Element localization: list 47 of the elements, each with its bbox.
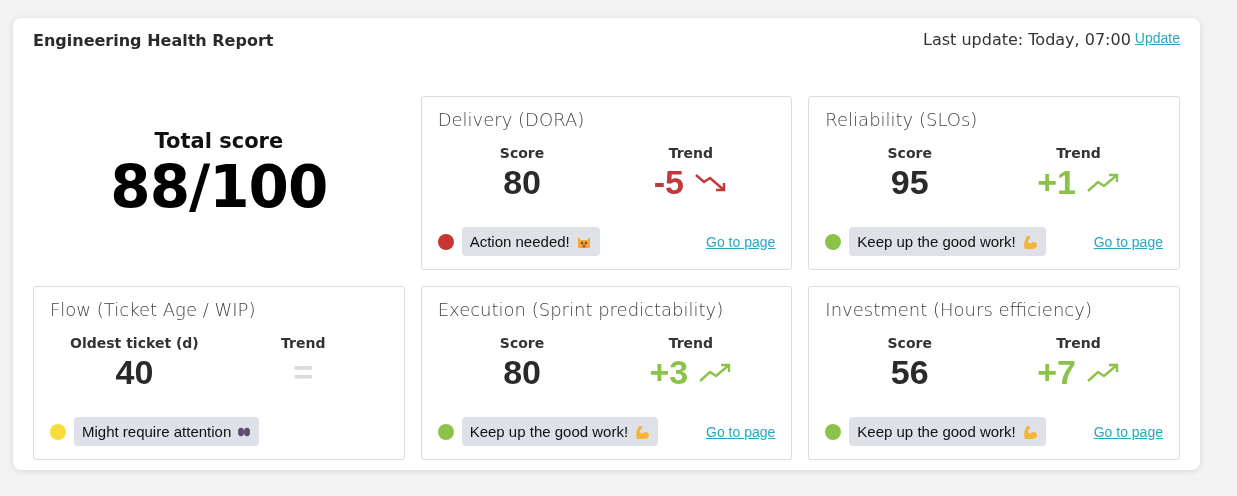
total-score-label: Total score [154, 129, 284, 153]
status-message: Keep up the good work! [849, 417, 1046, 446]
card-title: Investment (Hours efficiency) [825, 299, 1092, 322]
trend-up-icon [698, 361, 733, 384]
card-title: Execution (Sprint predictability) [437, 299, 724, 322]
last-update-text: Last update: Today, 07:00 [923, 30, 1131, 49]
metric-label: Oldest ticket (d) [70, 335, 199, 351]
eyes-icon [237, 426, 252, 437]
trend-value: +3 [649, 353, 689, 392]
trend-down-icon [694, 171, 728, 194]
flexed-arm-icon [1021, 423, 1038, 440]
card-title: Delivery (DORA) [437, 109, 585, 132]
status-message: Keep up the good work! [849, 227, 1046, 256]
metric-value: 40 [115, 353, 154, 392]
metric-label: Score [887, 145, 932, 161]
metric-value: 80 [503, 163, 541, 202]
trend-label: Trend [668, 335, 714, 351]
card-title: Reliability (SLOs) [825, 109, 978, 132]
status-message: Action needed! [461, 227, 600, 256]
trend-label: Trend [281, 335, 326, 351]
total-score-value: 88/100 [110, 153, 328, 221]
metric-label: Score [887, 335, 932, 351]
flexed-arm-icon [634, 423, 651, 440]
flexed-arm-icon [1021, 233, 1038, 250]
trend-label: Trend [1056, 145, 1101, 161]
metric-label: Score [499, 335, 545, 351]
go-to-page-link[interactable]: Go to page [1093, 423, 1163, 440]
report-title: Engineering Health Report [33, 30, 274, 50]
status-message: Keep up the good work! [461, 417, 659, 446]
trend-value: +1 [1037, 163, 1076, 202]
trend-value: -5 [653, 163, 684, 202]
card-title: Flow (Ticket Age / WIP) [50, 299, 256, 322]
go-to-page-link[interactable]: Go to page [706, 423, 776, 440]
update-link[interactable]: Update [1134, 30, 1180, 46]
go-to-page-link[interactable]: Go to page [706, 233, 776, 250]
status-message: Might require attention [74, 417, 260, 446]
trend-value: = [293, 353, 314, 392]
metric-value: 80 [503, 353, 541, 392]
metric-label: Score [499, 145, 545, 161]
metric-value: 56 [890, 353, 929, 392]
go-to-page-link[interactable]: Go to page [1093, 233, 1163, 250]
trend-value: +7 [1037, 353, 1076, 392]
trend-up-icon [1085, 171, 1120, 194]
trend-label: Trend [668, 145, 714, 161]
trend-label: Trend [1056, 335, 1101, 351]
trend-up-icon [1085, 361, 1120, 384]
metric-value: 95 [890, 163, 929, 202]
